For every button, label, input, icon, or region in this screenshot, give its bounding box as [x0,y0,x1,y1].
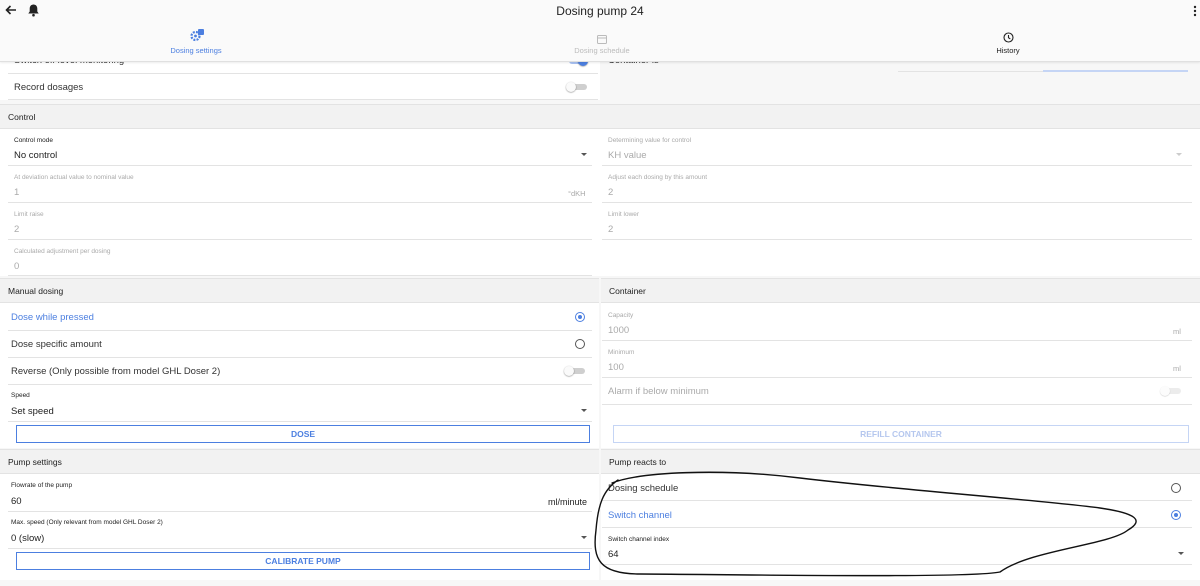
adjust-each-label: Adjust each dosing by this amount [608,174,708,181]
capacity-label: Capacity [608,312,634,319]
speed-caret-icon[interactable] [581,409,587,412]
control-mode-select[interactable]: No control [14,150,57,161]
tab-dosing-settings[interactable]: Dosing settings [146,26,246,58]
capacity-unit: ml [1173,327,1181,336]
deviation-unit: °dKH [568,189,586,198]
max-speed-label: Max. speed (Only relevant from model GHL… [11,519,163,526]
adjust-each-input[interactable]: 2 [608,187,613,198]
pump-reacts-title: Pump reacts to [609,456,667,467]
switch-channel-index-caret-icon[interactable] [1178,552,1184,555]
speed-select[interactable]: Set speed [11,406,54,417]
tab-history[interactable]: History [958,26,1058,58]
tab-history-label: History [996,46,1020,55]
minimum-input[interactable]: 100 [608,362,624,373]
dosing-schedule-radio[interactable] [1171,483,1181,493]
dose-specific-amount-radio[interactable] [575,339,585,349]
pump-settings-title: Pump settings [8,456,62,467]
control-section-header: Control [0,104,1200,129]
limit-lower-label: Limit lower [608,211,640,218]
manual-dosing-title: Manual dosing [8,285,64,296]
control-mode-label: Control mode [14,137,54,144]
dose-while-pressed-option[interactable]: Dose while pressed [11,312,94,323]
switch-channel-radio[interactable] [1171,510,1181,520]
clock-icon [1003,30,1014,43]
switch-channel-index-label: Switch channel index [608,536,670,543]
dose-button[interactable]: DOSE [16,425,590,443]
speed-label: Speed [11,392,30,399]
app-header: Dosing pump 24 Dosing settings Dosing sc… [0,0,1200,62]
limit-raise-label: Limit raise [14,211,44,218]
dose-while-pressed-radio[interactable] [575,312,585,322]
record-dosages-label: Record dosages [14,82,84,93]
alarm-below-minimum-label: Alarm if below minimum [608,386,709,397]
calc-adjust-value: 0 [14,261,20,272]
tab-dosing-schedule[interactable]: Dosing schedule [552,26,652,58]
capacity-input[interactable]: 1000 [608,325,629,336]
reverse-toggle[interactable] [564,366,586,376]
pump-settings-section-header: Pump settings [0,449,599,474]
gear-icon [190,28,204,42]
container-section-header: Container [601,278,1200,303]
max-speed-select[interactable]: 0 (slow) [11,533,44,544]
more-vert-icon[interactable] [1192,4,1198,17]
reverse-label: Reverse (Only possible from model GHL Do… [11,366,221,377]
refill-container-button[interactable]: REFILL CONTAINER [613,425,1189,443]
minimum-label: Minimum [608,349,635,356]
switch-channel-option[interactable]: Switch channel [608,510,672,521]
flowrate-label: Flowrate of the pump [11,482,73,489]
flowrate-unit: ml/minute [548,497,588,507]
control-mode-caret-icon[interactable] [581,153,587,156]
dose-specific-amount-option[interactable]: Dose specific amount [11,339,102,350]
determining-value-label: Determining value for control [608,137,692,144]
limit-raise-input[interactable]: 2 [14,224,19,235]
alarm-below-minimum-toggle[interactable] [1160,386,1182,396]
dosing-schedule-option[interactable]: Dosing schedule [608,483,678,494]
calibrate-pump-button[interactable]: CALIBRATE PUMP [16,552,590,570]
manual-dosing-section-header: Manual dosing [0,278,599,303]
switch-channel-index-select[interactable]: 64 [608,549,619,560]
container-is-active-underline [1043,70,1188,72]
determining-value-select[interactable]: KH value [608,150,647,161]
pump-reacts-section-header: Pump reacts to [601,449,1200,474]
record-dosages-toggle[interactable] [566,82,588,92]
tab-dosing-schedule-label: Dosing schedule [574,46,630,55]
page-title: Dosing pump 24 [556,4,644,18]
tab-dosing-settings-label: Dosing settings [170,46,222,55]
calendar-icon [597,31,607,44]
max-speed-caret-icon[interactable] [581,536,587,539]
determining-caret-icon[interactable] [1176,153,1182,156]
minimum-unit: ml [1173,364,1181,373]
deviation-input[interactable]: 1 [14,187,19,198]
container-title: Container [609,285,646,296]
deviation-label: At deviation actual value to nominal val… [14,174,134,181]
control-section-title: Control [8,111,36,122]
limit-lower-input[interactable]: 2 [608,224,613,235]
flowrate-input[interactable]: 60 [11,496,22,507]
calc-adjust-label: Calculated adjustment per dosing [14,248,111,255]
